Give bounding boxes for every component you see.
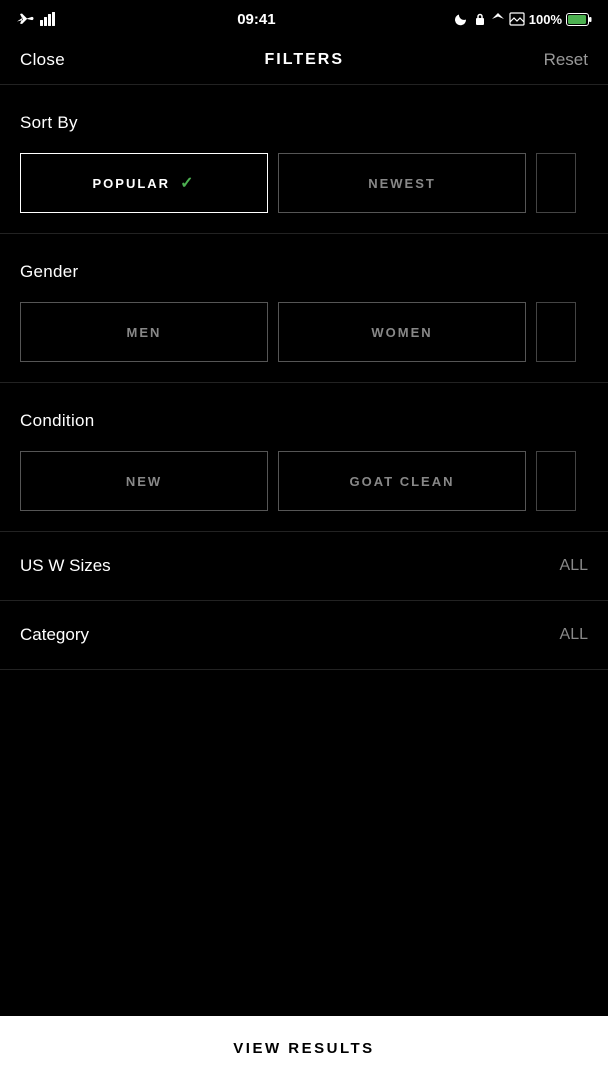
category-label: Category [20, 625, 89, 645]
category-value: ALL [560, 626, 588, 644]
gender-options: MEN WOMEN [20, 302, 588, 362]
gender-more-partial [536, 302, 576, 362]
condition-goat-clean-button[interactable]: GOAT CLEAN [278, 451, 526, 511]
battery-icon [566, 13, 592, 26]
condition-new-label: NEW [126, 474, 162, 489]
lock-icon [473, 12, 487, 26]
condition-options: NEW GOAT CLEAN [20, 451, 588, 511]
condition-section: Condition NEW GOAT CLEAN [0, 383, 608, 532]
status-right: 100% [455, 12, 592, 27]
moon-icon [455, 12, 469, 26]
us-sizes-section[interactable]: US W Sizes ALL [0, 532, 608, 601]
condition-goat-clean-label: GOAT CLEAN [350, 474, 455, 489]
sort-popular-label: POPULAR [93, 176, 171, 191]
gender-section: Gender MEN WOMEN [0, 234, 608, 383]
category-section[interactable]: Category ALL [0, 601, 608, 670]
sort-newest-button[interactable]: NEWEST [278, 153, 526, 213]
gender-women-button[interactable]: WOMEN [278, 302, 526, 362]
status-time: 09:41 [237, 11, 275, 28]
gender-women-label: WOMEN [371, 325, 432, 340]
image-icon [509, 12, 525, 26]
status-left [16, 12, 58, 26]
us-sizes-label: US W Sizes [20, 556, 111, 576]
filter-header: Close FILTERS Reset [0, 36, 608, 85]
gender-men-label: MEN [127, 325, 162, 340]
gender-men-button[interactable]: MEN [20, 302, 268, 362]
sort-newest-label: NEWEST [368, 176, 436, 191]
us-sizes-value: ALL [560, 557, 588, 575]
popular-check-icon: ✓ [180, 173, 195, 193]
sort-by-options: POPULAR ✓ NEWEST [20, 153, 588, 213]
gender-label: Gender [20, 262, 588, 282]
condition-new-button[interactable]: NEW [20, 451, 268, 511]
sort-by-label: Sort By [20, 113, 588, 133]
signal-icon [40, 12, 58, 26]
condition-label: Condition [20, 411, 588, 431]
close-button[interactable]: Close [20, 50, 65, 70]
battery-label: 100% [529, 12, 562, 27]
sort-popular-button[interactable]: POPULAR ✓ [20, 153, 268, 213]
status-bar: 09:41 100% [0, 0, 608, 36]
view-results-button[interactable]: VIEW RESULTS [0, 1016, 608, 1080]
airplane-icon [16, 12, 34, 26]
location-icon [491, 12, 505, 26]
sort-more-partial [536, 153, 576, 213]
view-results-wrapper: VIEW RESULTS [0, 1016, 608, 1080]
reset-button[interactable]: Reset [544, 50, 588, 70]
condition-more-partial [536, 451, 576, 511]
header-title: FILTERS [265, 51, 344, 69]
sort-by-section: Sort By POPULAR ✓ NEWEST [0, 85, 608, 234]
